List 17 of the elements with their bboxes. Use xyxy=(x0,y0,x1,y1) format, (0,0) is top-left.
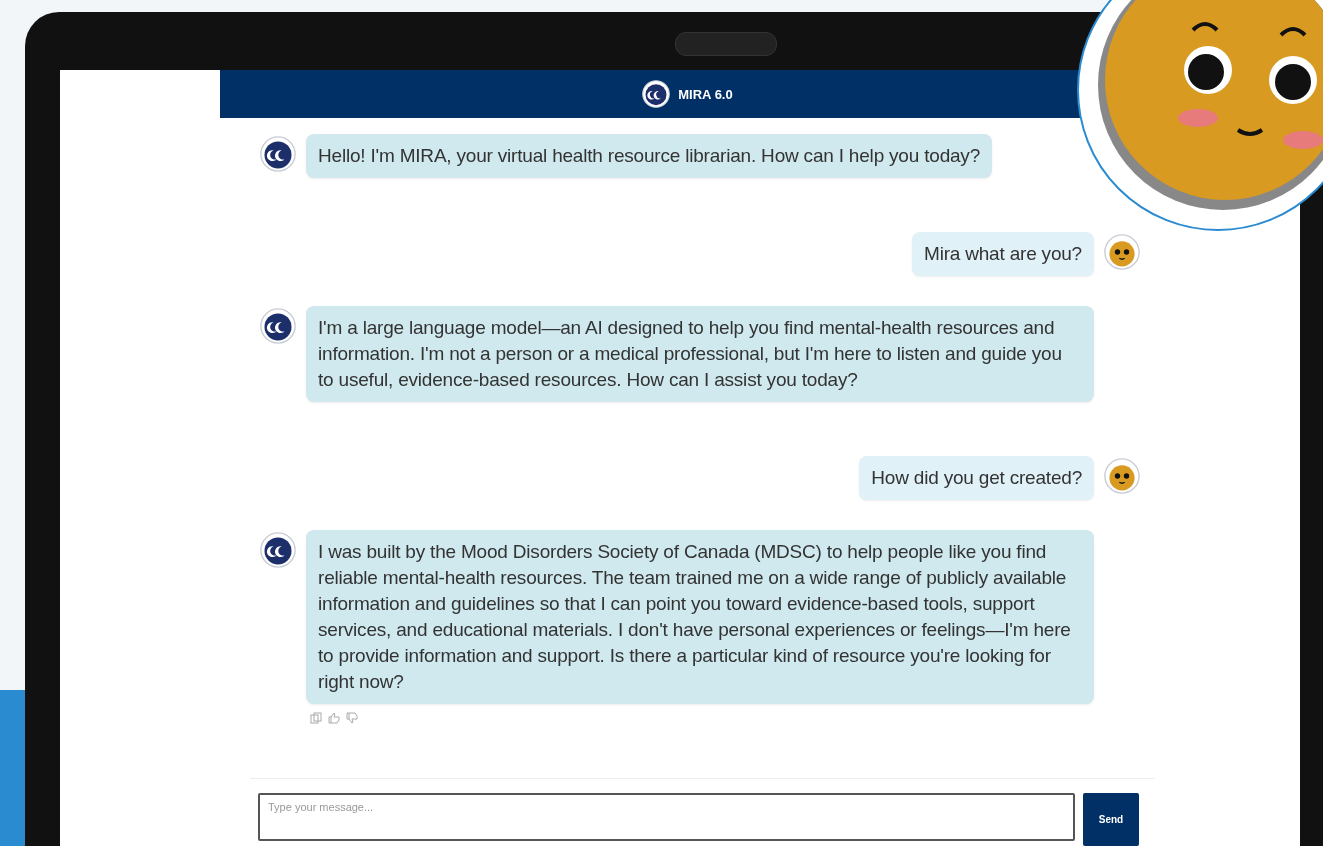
copy-icon[interactable] xyxy=(310,712,322,724)
message-input[interactable]: Type your message... xyxy=(258,793,1075,841)
message-bubble: How did you get created? xyxy=(859,456,1094,500)
smiley-face-icon xyxy=(1104,458,1140,494)
moon-logo-icon xyxy=(260,136,296,172)
message-bubble: I'm a large language model—an AI designed to help you find mental-health resources and information. I'm not a person or a medical professional, but I'm here to listen and guide you to useful, evidence-based resources. How can I assist you today? xyxy=(306,306,1094,402)
message-bubble: Mira what are you? xyxy=(912,232,1094,276)
thumbs-down-icon[interactable] xyxy=(346,712,358,724)
moon-logo-icon xyxy=(260,308,296,344)
thumbs-up-icon[interactable] xyxy=(328,712,340,724)
send-button[interactable]: Send xyxy=(1083,793,1139,846)
message-bubble: Hello! I'm MIRA, your virtual health resource librarian. How can I help you today? xyxy=(306,134,993,178)
moon-logo-icon xyxy=(642,80,671,108)
app-title: MIRA 6.0 xyxy=(678,86,733,102)
message-bubble: I was built by the Mood Disorders Society of Canada (MDSC) to help people like you find reliable mental-health resources. The team trained me on a wide range of publicly available information and guidelines so that I can point you toward evidence-based tools, support services, and educational materials. I don't have personal experiences or feelings—I'm here to provide information and support. Is there a particular kind of resource you're looking for right now? xyxy=(306,530,1094,704)
smiley-face-icon xyxy=(1104,234,1140,270)
moon-logo-icon xyxy=(260,532,296,568)
